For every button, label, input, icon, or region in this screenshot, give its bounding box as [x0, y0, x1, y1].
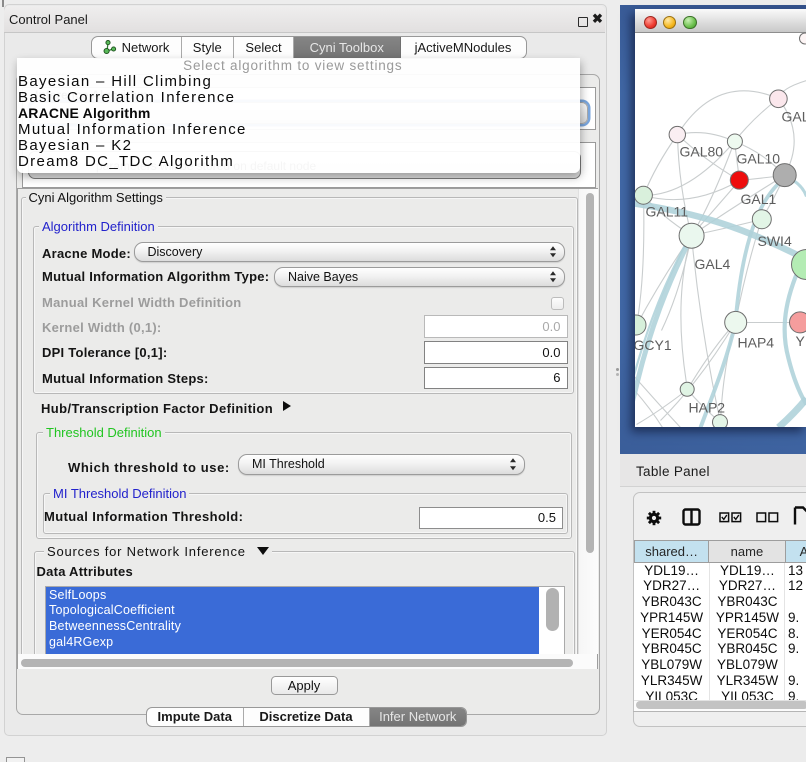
svg-text:GAL11: GAL11 [645, 203, 688, 219]
svg-text:GAL10: GAL10 [736, 150, 780, 166]
svg-text:YL: YL [795, 333, 806, 349]
svg-text:GAL80: GAL80 [679, 143, 723, 159]
svg-text:HAP4: HAP4 [737, 334, 774, 350]
svg-text:GAL4: GAL4 [694, 256, 730, 272]
svg-text:GAL1: GAL1 [740, 191, 776, 207]
svg-text:GCY1: GCY1 [635, 337, 672, 353]
svg-text:GAL7: GAL7 [781, 108, 806, 124]
svg-text:SWI4: SWI4 [757, 233, 791, 249]
svg-text:HAP2: HAP2 [688, 399, 725, 415]
